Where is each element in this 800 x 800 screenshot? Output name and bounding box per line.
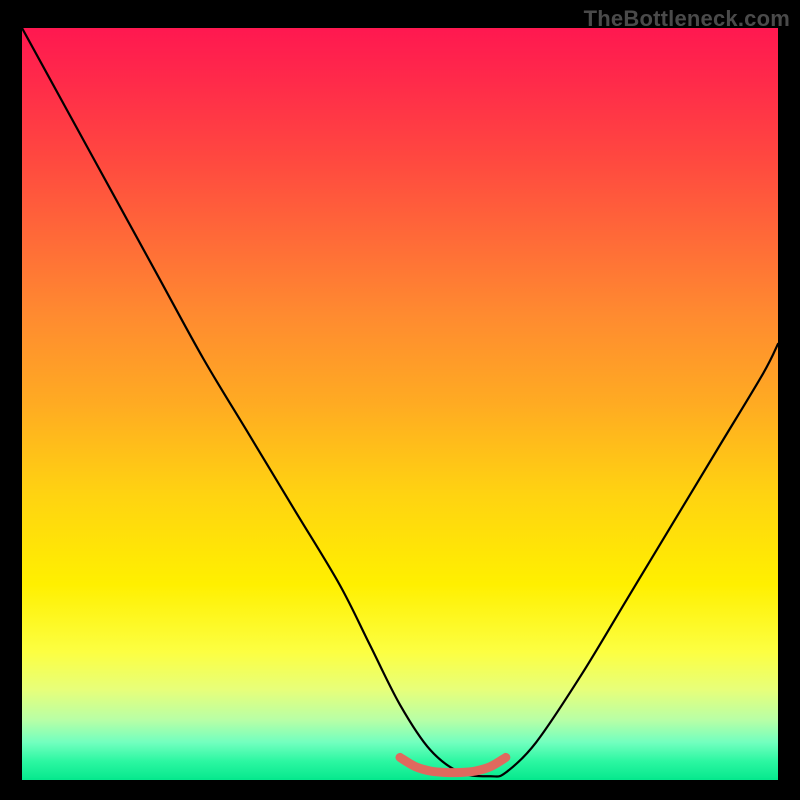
- chart-container: TheBottleneck.com: [0, 0, 800, 800]
- curve-layer: [22, 28, 778, 780]
- watermark-text: TheBottleneck.com: [584, 6, 790, 32]
- black-curve: [22, 28, 778, 777]
- red-flat-segment: [400, 757, 506, 772]
- plot-area: [22, 28, 778, 780]
